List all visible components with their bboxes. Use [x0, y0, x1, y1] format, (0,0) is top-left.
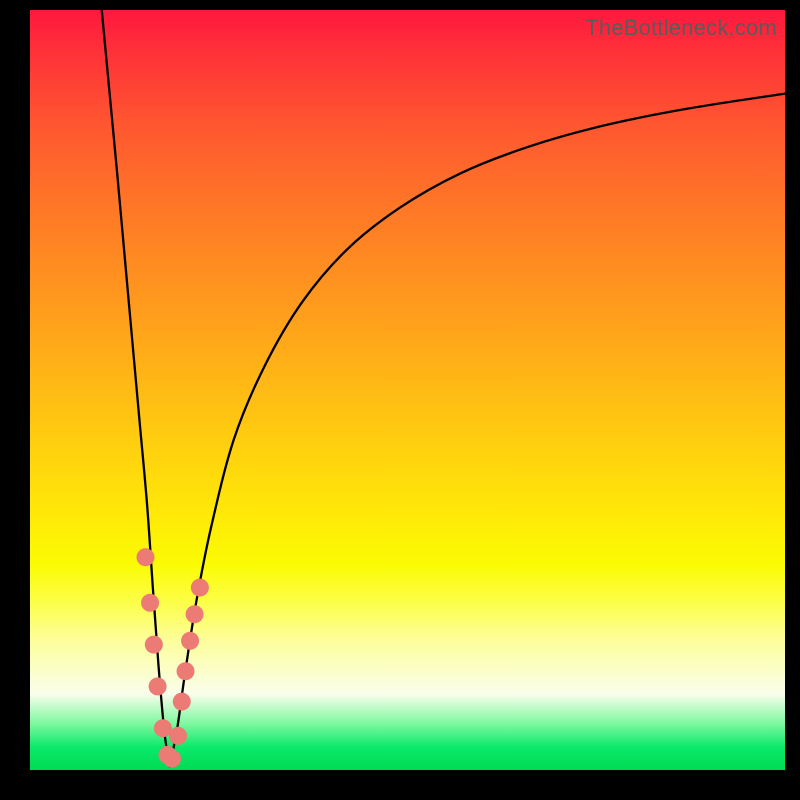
data-marker — [181, 632, 199, 650]
curve-layer — [102, 10, 785, 766]
data-marker — [191, 579, 209, 597]
curve-left-branch — [102, 10, 170, 766]
curve-right-branch — [170, 94, 785, 767]
data-marker — [163, 750, 181, 768]
data-marker — [173, 693, 191, 711]
chart-frame: TheBottleneck.com — [0, 0, 800, 800]
data-marker — [149, 677, 167, 695]
chart-svg — [30, 10, 785, 770]
watermark-text: TheBottleneck.com — [585, 15, 777, 41]
plot-area: TheBottleneck.com — [30, 10, 785, 770]
marker-layer — [137, 548, 209, 767]
data-marker — [141, 594, 159, 612]
data-marker — [177, 662, 195, 680]
data-marker — [186, 605, 204, 623]
data-marker — [169, 727, 187, 745]
data-marker — [137, 548, 155, 566]
data-marker — [145, 636, 163, 654]
